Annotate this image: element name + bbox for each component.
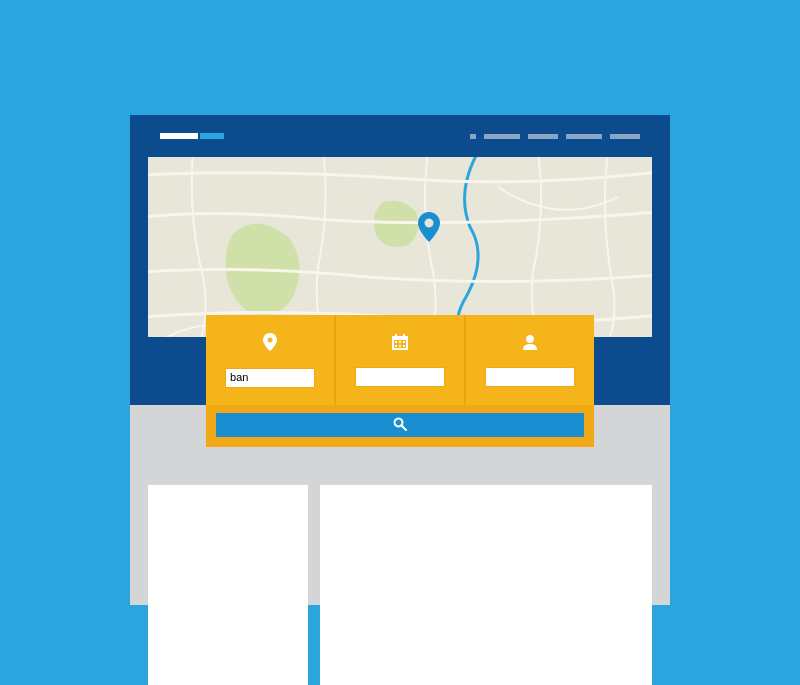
location-pin-icon [263,333,277,356]
nav-item-4[interactable] [566,134,602,139]
nav-item-1[interactable] [470,134,476,139]
logo[interactable] [160,133,224,139]
calendar-icon [392,334,408,355]
nav-item-3[interactable] [528,134,558,139]
search-panel [206,315,594,447]
nav-item-5[interactable] [610,134,640,139]
search-col-date [336,315,466,405]
location-input[interactable] [225,368,315,388]
search-col-location [206,315,336,405]
logo-part-1 [160,133,198,139]
map-pin-icon[interactable] [418,212,440,247]
nav-item-2[interactable] [484,134,520,139]
search-button[interactable] [216,413,584,437]
search-col-guests [466,315,594,405]
result-card-small[interactable] [148,485,308,685]
result-card-large[interactable] [320,485,652,685]
person-icon [522,334,538,355]
hero-section [130,157,670,405]
date-input[interactable] [355,367,445,387]
app-window [130,115,670,605]
logo-part-2 [200,133,224,139]
header-bar [130,115,670,157]
search-icon [393,417,407,434]
nav-menu [470,134,640,139]
guests-input[interactable] [485,367,575,387]
map[interactable] [148,157,652,337]
search-panel-fields [206,315,594,405]
search-button-row [206,405,594,447]
